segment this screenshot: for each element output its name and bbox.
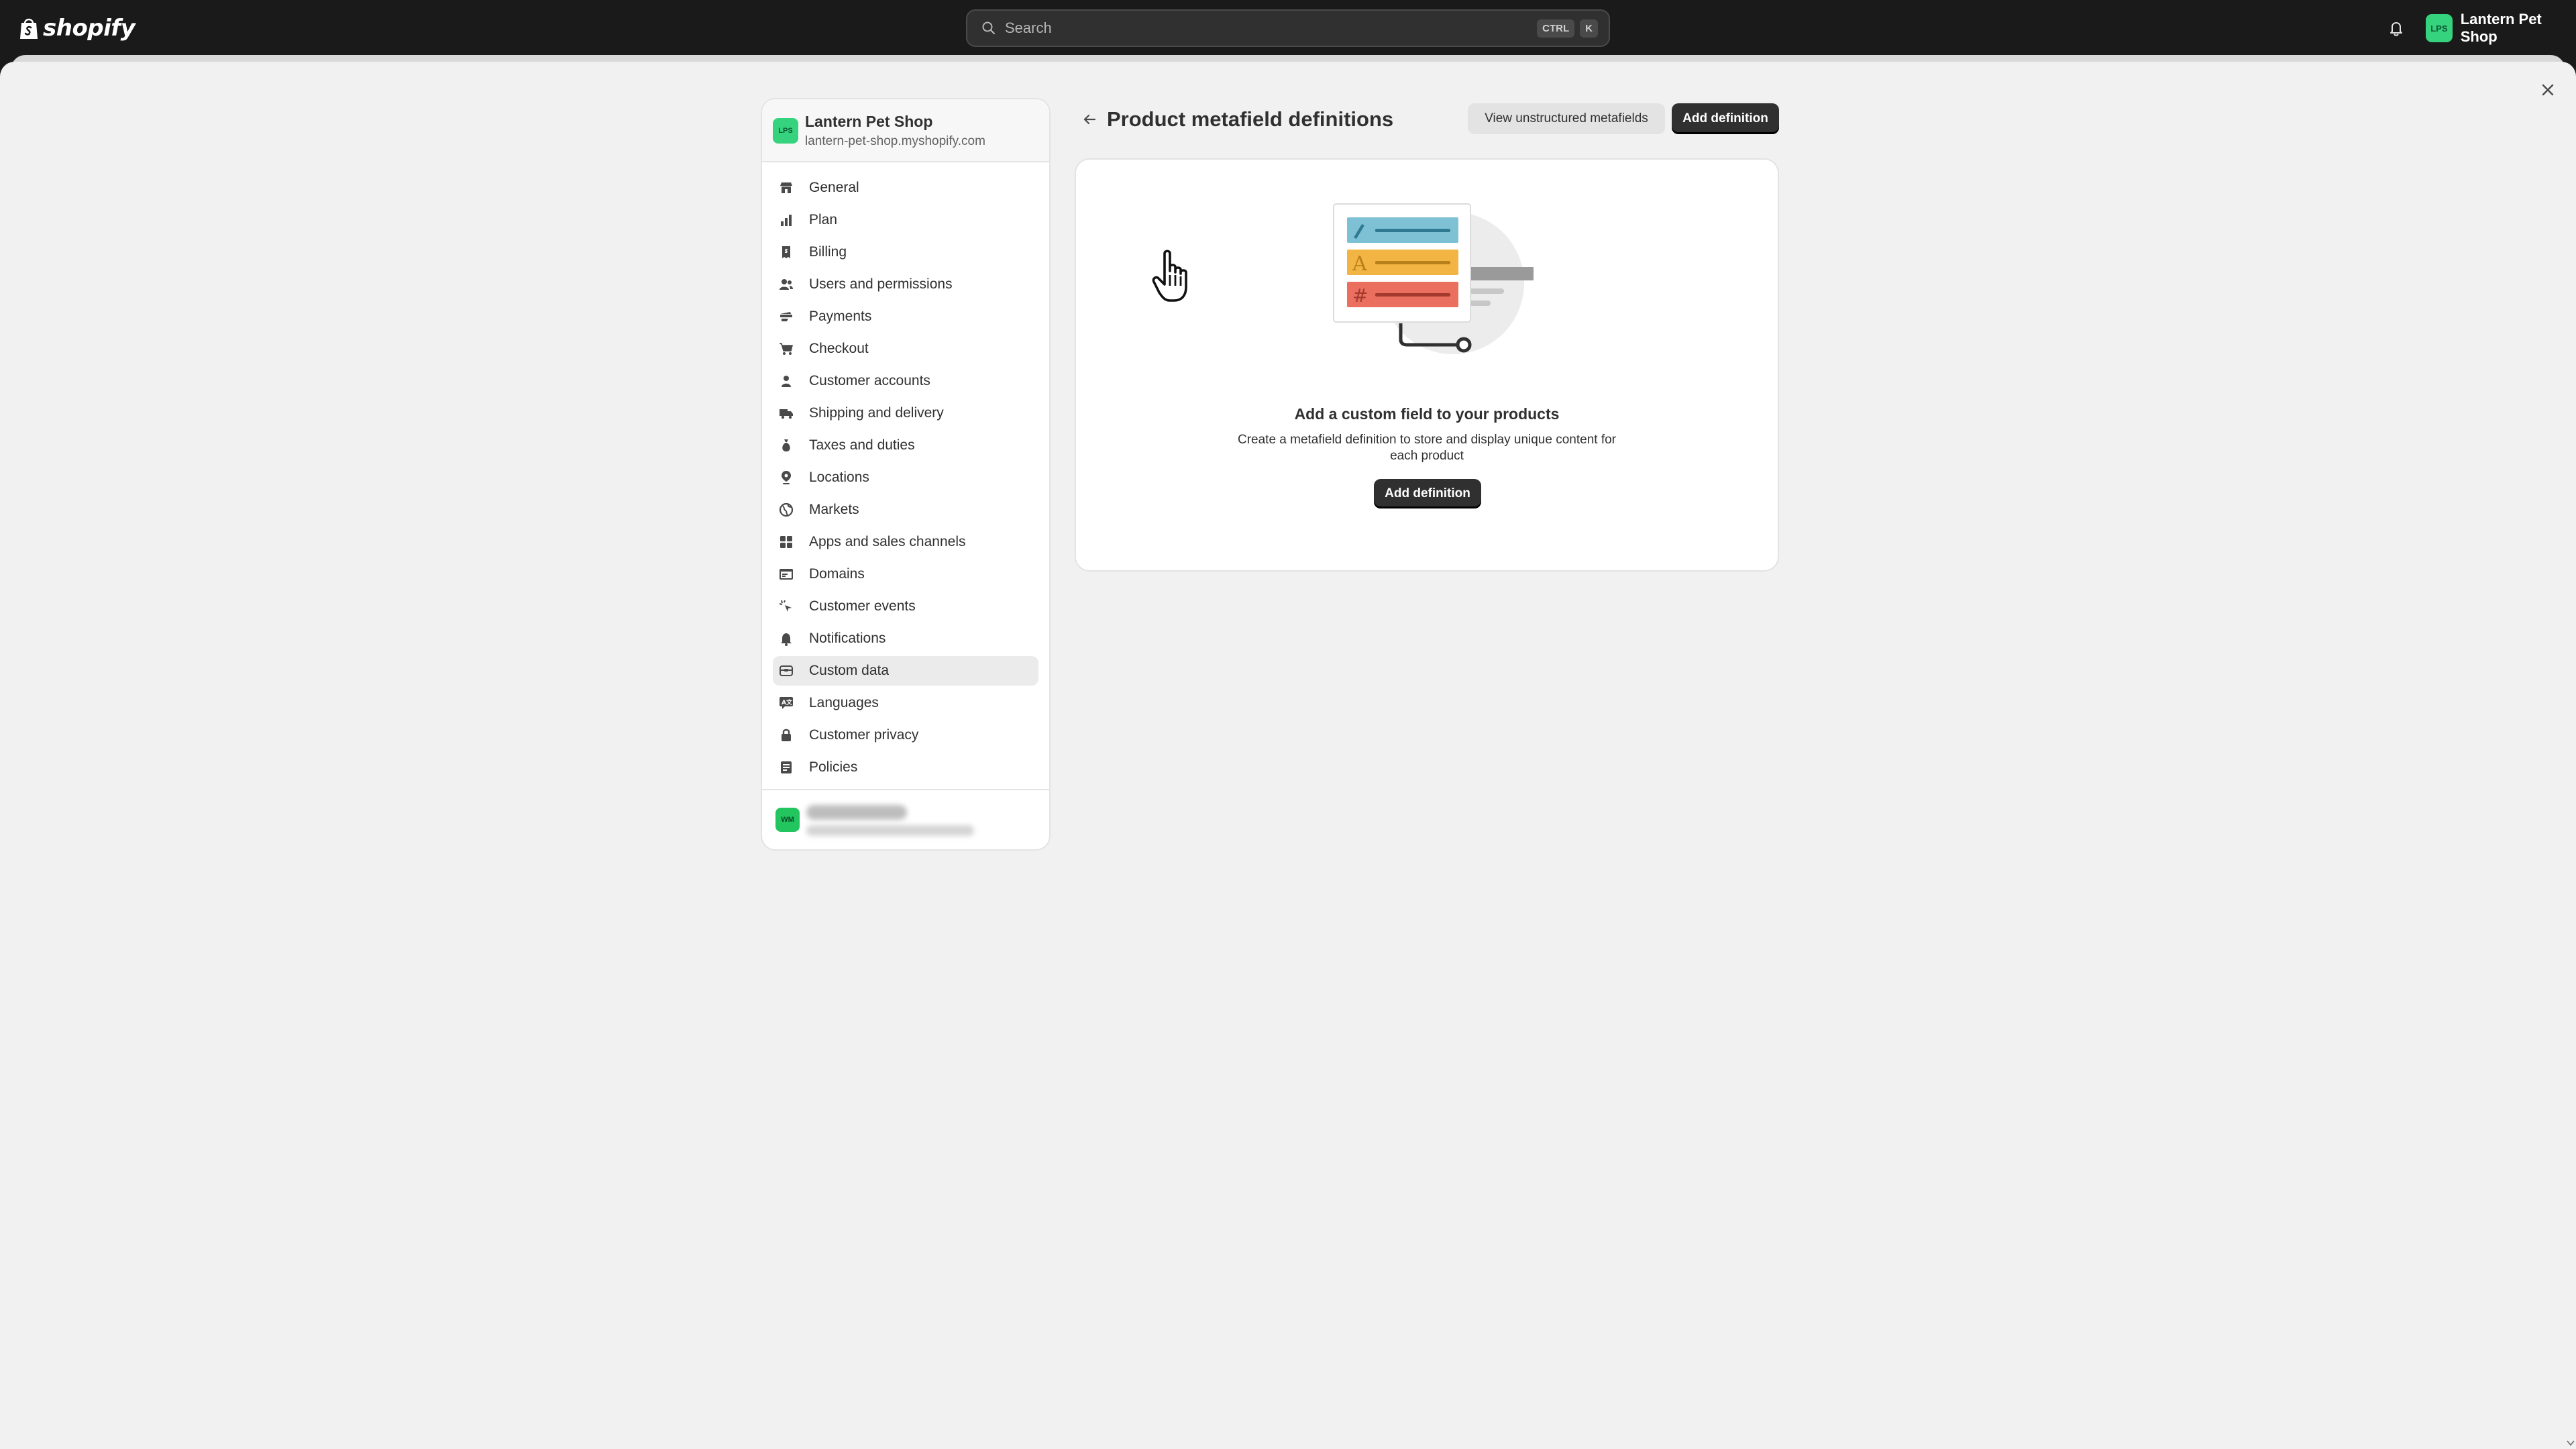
user-name-redacted — [806, 805, 907, 820]
search-bar[interactable]: Search CTRL K — [966, 9, 1610, 47]
sidebar-item-plan[interactable]: Plan — [773, 205, 1038, 235]
close-settings-button[interactable] — [2532, 74, 2564, 106]
hand-pointer-cursor-icon — [1152, 250, 1187, 302]
sidebar-item-payments[interactable]: Payments — [773, 302, 1038, 331]
payments-icon — [780, 312, 792, 321]
cursor-events-icon — [779, 600, 792, 612]
sidebar-item-custom-data[interactable]: Custom data — [773, 656, 1038, 686]
users-icon — [780, 279, 793, 290]
policies-icon — [781, 761, 792, 773]
sidebar-item-billing[interactable]: Billing — [773, 237, 1038, 267]
sidebar-item-customer-accounts[interactable]: Customer accounts — [773, 366, 1038, 396]
sidebar-item-label: Languages — [809, 695, 879, 710]
sidebar-item-checkout[interactable]: Checkout — [773, 334, 1038, 364]
shortcut-key-ctrl: CTRL — [1537, 19, 1575, 38]
sidebar-item-policies[interactable]: Policies — [773, 753, 1038, 782]
sidebar-item-label: Custom data — [809, 663, 890, 678]
empty-state-card: A # Add a custom field to your products … — [1075, 158, 1779, 572]
apps-icon — [780, 536, 792, 548]
svg-text:#: # — [1352, 284, 1368, 307]
sidebar-item-taxes[interactable]: Taxes and duties — [773, 431, 1038, 460]
sidebar-item-customer-privacy[interactable]: Customer privacy — [773, 720, 1038, 750]
sidebar-item-shipping[interactable]: Shipping and delivery — [773, 398, 1038, 428]
store-icon — [780, 182, 792, 193]
back-button[interactable] — [1076, 106, 1103, 133]
add-definition-button[interactable]: Add definition — [1672, 103, 1779, 134]
domains-icon — [780, 569, 793, 580]
notifications-bell-icon[interactable] — [2385, 17, 2407, 39]
bell-icon — [781, 633, 792, 646]
sidebar-item-label: Taxes and duties — [809, 437, 915, 453]
sidebar-item-label: Notifications — [809, 631, 886, 646]
empty-state-heading: Add a custom field to your products — [1294, 405, 1560, 423]
languages-icon: A文 — [780, 697, 793, 709]
tax-bag-icon — [782, 439, 790, 451]
store-menu-button[interactable]: LPS Lantern Pet Shop — [2426, 11, 2576, 45]
top-bar: shopify Search CTRL K LPS Lantern Pet Sh… — [0, 0, 2576, 56]
shopify-wordmark: shopify — [43, 15, 136, 42]
sidebar-item-label: Customer events — [809, 598, 916, 614]
shortcut-key-k: K — [1580, 19, 1598, 38]
sidebar-item-label: Markets — [809, 502, 859, 517]
sidebar-item-notifications[interactable]: Notifications — [773, 624, 1038, 653]
resize-corner-icon — [2567, 1440, 2575, 1446]
sidebar-item-label: Payments — [809, 309, 872, 324]
sidebar-item-label: Billing — [809, 244, 847, 260]
settings-sidebar: LPS Lantern Pet Shop lantern-pet-shop.my… — [761, 98, 1051, 851]
sidebar-item-label: Users and permissions — [809, 276, 953, 292]
truck-icon — [780, 409, 793, 419]
location-pin-icon — [782, 471, 791, 484]
settings-nav: General Plan Billing Users and permissio… — [773, 173, 1038, 785]
page-header: Product metafield definitions View unstr… — [1076, 103, 1779, 134]
sidebar-item-label: Checkout — [809, 341, 869, 356]
sidebar-item-customer-events[interactable]: Customer events — [773, 592, 1038, 621]
search-placeholder: Search — [1005, 19, 1052, 36]
cart-icon — [780, 343, 793, 355]
sidebar-item-label: Domains — [809, 566, 865, 582]
store-avatar: LPS — [2426, 14, 2453, 42]
sidebar-item-label: Locations — [809, 470, 869, 485]
user-email-redacted — [806, 825, 974, 836]
store-url: lantern-pet-shop.myshopify.com — [805, 134, 985, 148]
store-name: Lantern Pet Shop — [805, 113, 933, 130]
sidebar-item-label: Plan — [809, 212, 838, 227]
sidebar-item-general[interactable]: General — [773, 173, 1038, 203]
sidebar-item-label: Customer privacy — [809, 727, 919, 743]
empty-state-add-definition-button[interactable]: Add definition — [1374, 479, 1481, 508]
sidebar-item-markets[interactable]: Markets — [773, 495, 1038, 525]
sidebar-item-label: Policies — [809, 759, 858, 775]
store-menu-name: Lantern Pet Shop — [2460, 11, 2542, 45]
view-unstructured-metafields-button[interactable]: View unstructured metafields — [1468, 103, 1665, 134]
sidebar-item-label: Shipping and delivery — [809, 405, 944, 421]
sidebar-item-label: General — [809, 180, 859, 195]
database-icon — [780, 665, 793, 676]
plan-chart-icon — [781, 215, 792, 226]
sidebar-item-locations[interactable]: Locations — [773, 463, 1038, 492]
globe-icon — [779, 502, 794, 517]
arrow-left-icon — [1083, 114, 1096, 125]
sidebar-item-label: Apps and sales channels — [809, 534, 966, 549]
page-title: Product metafield definitions — [1107, 107, 1394, 131]
shopify-bag-icon — [20, 18, 38, 39]
svg-text:A文: A文 — [782, 698, 793, 706]
receipt-icon — [782, 246, 790, 258]
lock-icon — [782, 729, 791, 741]
close-icon — [2542, 84, 2554, 96]
person-icon — [782, 376, 791, 387]
user-account-footer[interactable]: WM — [762, 789, 1049, 849]
sidebar-item-domains[interactable]: Domains — [773, 559, 1038, 589]
svg-text:A: A — [1352, 252, 1367, 276]
store-header[interactable]: LPS Lantern Pet Shop lantern-pet-shop.my… — [762, 99, 1049, 162]
custom-fields-illustration: A # — [1333, 203, 1534, 354]
sidebar-item-users[interactable]: Users and permissions — [773, 270, 1038, 299]
shopify-logo[interactable]: shopify — [19, 15, 136, 42]
sidebar-item-apps[interactable]: Apps and sales channels — [773, 527, 1038, 557]
user-avatar: WM — [775, 808, 800, 832]
sidebar-item-label: Customer accounts — [809, 373, 930, 388]
sidebar-item-languages[interactable]: A文 Languages — [773, 688, 1038, 718]
empty-state-description: Create a metafield definition to store a… — [1237, 433, 1617, 463]
store-avatar: LPS — [773, 118, 798, 144]
search-icon — [982, 21, 996, 35]
